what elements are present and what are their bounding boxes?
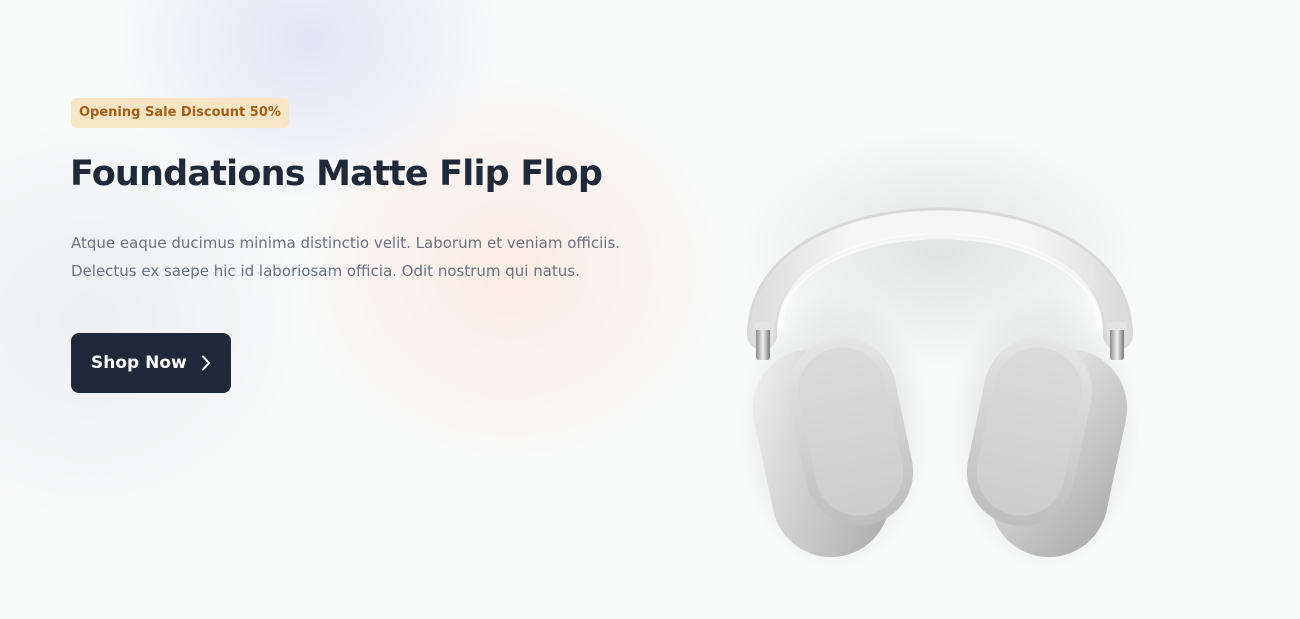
hero-description: Atque eaque ducimus minima distinctio ve… [71,234,621,280]
shop-now-button[interactable]: Shop Now [71,333,231,393]
discount-badge: Opening Sale Discount 50% [71,98,289,128]
chevron-right-icon [201,355,211,371]
hero-section: Opening Sale Discount 50% Foundations Ma… [0,0,1300,619]
headphones-image [740,130,1140,580]
hero-title: Foundations Matte Flip Flop [70,154,603,194]
shop-now-label: Shop Now [91,353,187,373]
